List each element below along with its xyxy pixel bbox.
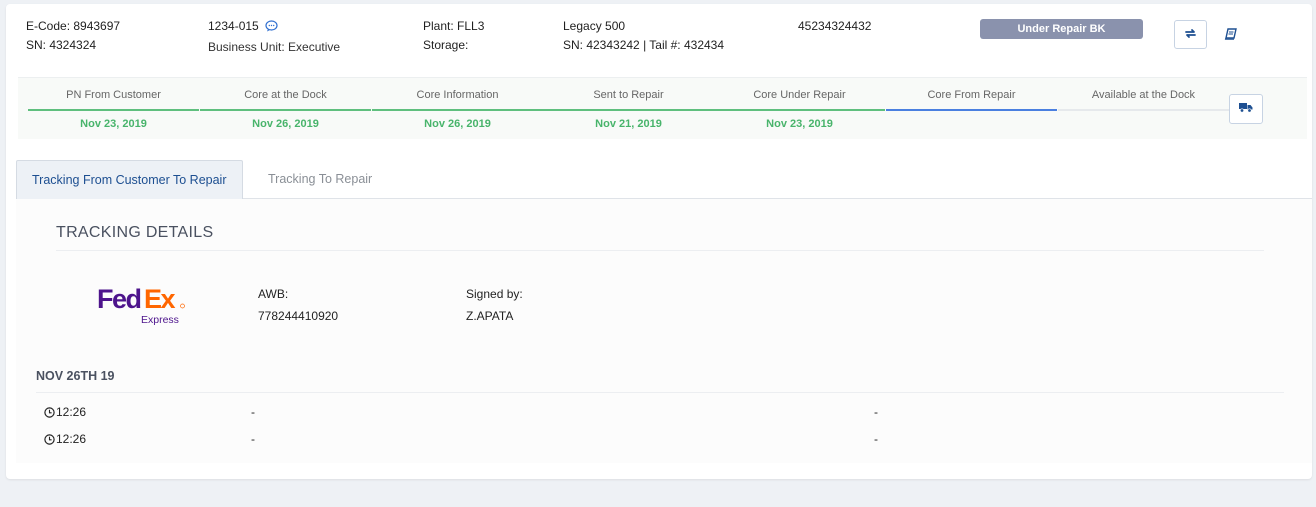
svg-text:Fed: Fed [97,284,141,314]
signed-by-label: Signed by: [466,287,523,301]
step-date: Nov 23, 2019 [80,118,147,130]
divider [36,392,1284,393]
timeline-step: Core Under Repair Nov 23, 2019 [714,78,885,140]
truck-button[interactable] [1229,94,1263,124]
plant-text: Plant: FLL3 [423,19,485,33]
timeline-step: PN From Customer Nov 23, 2019 [28,78,199,140]
refresh-icon [1184,28,1197,42]
business-unit: Business Unit: Executive [208,40,341,54]
step-label: PN From Customer [66,89,161,101]
step-bar [372,109,543,111]
tracking-panel: TRACKING DETAILS Fed Ex Express AWB: 778… [16,199,1312,463]
book-icon [1224,27,1237,43]
repair-card: E-Code: 8943697 SN: 4324324 1234-015 Bus… [6,4,1312,479]
svg-text:Express: Express [141,314,179,325]
fedex-logo: Fed Ex Express [97,281,197,326]
ecode-block: E-Code: 8943697 SN: 4324324 [26,17,120,55]
status-badge: Under Repair BK [980,19,1143,39]
comment-icon[interactable] [265,19,278,38]
storage-text: Storage: [423,38,469,52]
step-label: Core at the Dock [244,89,327,101]
book-button[interactable] [1220,25,1240,45]
step-bar [886,109,1057,111]
divider [56,250,1264,251]
step-label: Available at the Dock [1091,89,1196,101]
tracking-tabs: Tracking From Customer To Repair Trackin… [16,160,1312,200]
tab-tracking-to-repair[interactable]: Tracking To Repair [253,160,387,199]
timeline-step: Core at the Dock Nov 26, 2019 [200,78,371,140]
step-label: Core From Repair [927,89,1016,101]
clock-icon [44,407,55,421]
part-number: 1234-015 [208,19,259,33]
part-block: 1234-015 Business Unit: Executive [208,17,340,57]
number-block: 45234324432 [798,17,871,36]
event-time: 12:26 [56,432,87,446]
step-date: Nov 23, 2019 [766,118,833,130]
step-label: Sent to Repair [593,89,664,101]
truck-icon [1239,102,1253,116]
ecode-text: E-Code: 8943697 [26,19,121,33]
event-time: 12:26 [56,405,87,419]
tab-tracking-from-customer[interactable]: Tracking From Customer To Repair [16,160,243,200]
step-date: Nov 26, 2019 [252,118,319,130]
svg-text:Ex: Ex [144,284,176,314]
event-status: - [874,405,878,419]
section-title: TRACKING DETAILS [56,224,214,241]
step-bar [1058,109,1229,111]
step-bar [543,109,714,111]
step-label: Core Under Repair [753,89,846,101]
model-text: Legacy 500 [563,19,626,33]
timeline-step: Sent to Repair Nov 21, 2019 [543,78,714,140]
step-bar [200,109,371,111]
step-bar [714,109,885,111]
event-location: - [251,405,255,419]
signed-by-value: Z.APATA [466,309,514,323]
awb-label: AWB: [258,287,289,301]
event-location: - [251,432,255,446]
step-label: Core Information [416,89,499,101]
step-date: Nov 26, 2019 [424,118,491,130]
awb-value: 778244410920 [258,309,339,323]
sn-tail-text: SN: 42343242 | Tail #: 432434 [563,38,725,52]
step-date: Nov 21, 2019 [595,118,662,130]
plant-block: Plant: FLL3 Storage: [423,17,484,55]
event-status: - [874,432,878,446]
timeline-step: Available at the Dock [1058,78,1229,140]
refresh-button[interactable] [1174,20,1207,49]
timeline-step: Core Information Nov 26, 2019 [372,78,543,140]
step-bar [28,109,199,111]
timeline-step-current: Core From Repair [886,78,1057,140]
progress-timeline: PN From Customer Nov 23, 2019 Core at th… [18,77,1307,139]
sn-text: SN: 4324324 [26,38,97,52]
event-date-heading: NOV 26TH 19 [36,369,115,383]
aircraft-block: Legacy 500 SN: 42343242 | Tail #: 432434 [563,17,724,55]
reference-number: 45234324432 [798,19,872,33]
clock-icon [44,434,55,448]
